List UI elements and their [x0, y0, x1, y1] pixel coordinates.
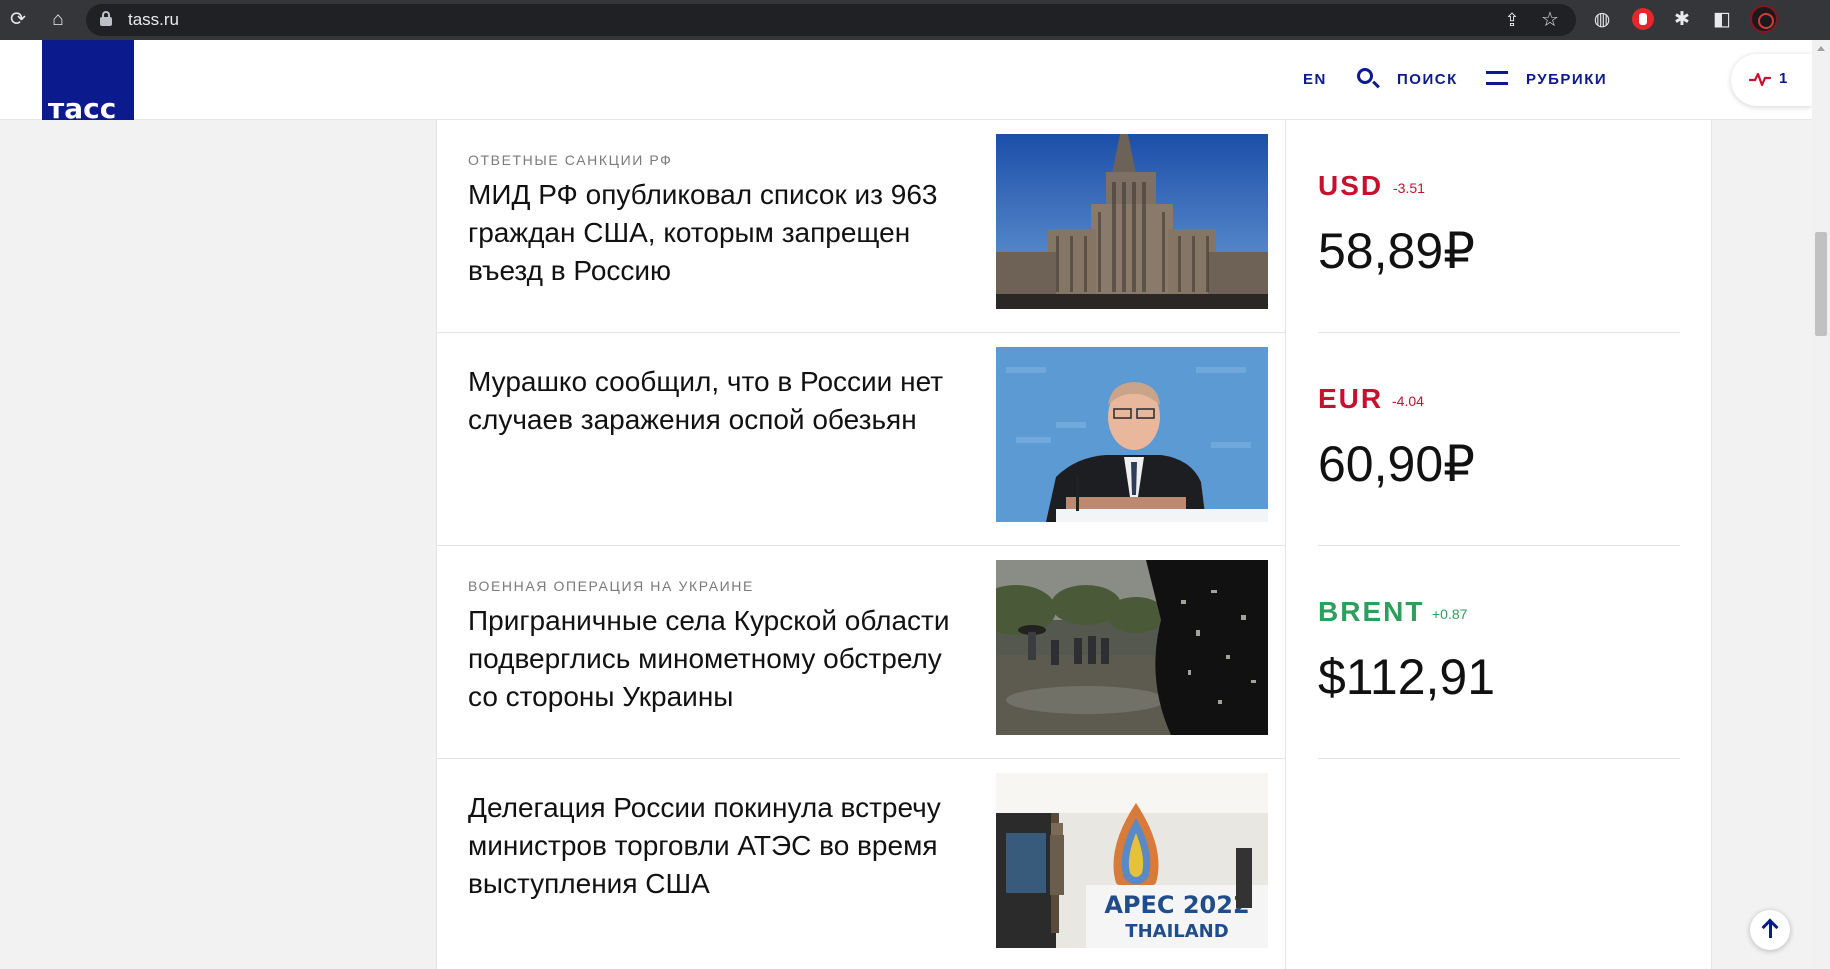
rate-code: EUR	[1318, 383, 1384, 414]
search-icon	[1357, 68, 1373, 84]
tass-logo[interactable]: тасс	[42, 40, 134, 131]
rate-eur[interactable]: EUR -4.04 60,90₽	[1318, 333, 1680, 546]
news-card[interactable]: Мурашко сообщил, что в России нет случае…	[437, 333, 1286, 546]
rate-change: -3.51	[1393, 180, 1425, 196]
reload-icon[interactable]: ⟳	[4, 6, 32, 34]
rate-usd[interactable]: USD -3.51 58,89₽	[1318, 120, 1680, 333]
address-bar[interactable]: tass.ru ⇪ ☆	[86, 4, 1576, 36]
browser-toolbar: ⟳ ⌂ tass.ru ⇪ ☆ ◍ ✱ ◧	[0, 0, 1830, 40]
page-scrollbar[interactable]	[1812, 40, 1830, 969]
rate-code: BRENT	[1318, 596, 1425, 627]
news-image[interactable]	[996, 347, 1268, 522]
news-title[interactable]: МИД РФ опубликовал список из 963 граждан…	[468, 176, 968, 290]
lock-icon[interactable]	[100, 11, 112, 26]
news-image[interactable]	[996, 560, 1268, 735]
news-card[interactable]: Ответные санкции РФ МИД РФ опубликовал с…	[437, 120, 1286, 333]
bookmark-star-icon[interactable]: ☆	[1536, 6, 1564, 34]
rate-brent[interactable]: BRENT +0.87 $112,91	[1318, 546, 1680, 759]
currency-rates-panel: USD -3.51 58,89₽ EUR -4.04 60,90₽ BRENT …	[1286, 120, 1712, 969]
rate-change: +0.87	[1432, 606, 1468, 622]
apec-image-line1: APEC 2022	[1104, 891, 1249, 919]
scrollbar-thumb[interactable]	[1815, 232, 1827, 336]
news-title[interactable]: Приграничные села Курской области подвер…	[468, 602, 968, 716]
rate-value: 60,90₽	[1318, 436, 1475, 492]
search-label: ПОИСК	[1397, 71, 1458, 88]
rate-change: -4.04	[1392, 393, 1424, 409]
rate-value: $112,91	[1318, 649, 1496, 705]
news-image[interactable]	[996, 134, 1268, 309]
side-panel-icon[interactable]: ◧	[1708, 6, 1736, 34]
globe-extension-icon[interactable]: ◍	[1588, 6, 1616, 34]
news-title[interactable]: Мурашко сообщил, что в России нет случае…	[468, 363, 968, 439]
live-count: 1	[1779, 70, 1788, 87]
pulse-icon	[1749, 72, 1771, 87]
profile-avatar[interactable]	[1750, 5, 1778, 33]
live-feed-button[interactable]: 1	[1731, 54, 1812, 106]
share-icon[interactable]: ⇪	[1498, 6, 1526, 34]
news-title[interactable]: Делегация России покинула встречу минист…	[468, 789, 968, 903]
home-icon[interactable]: ⌂	[44, 6, 72, 34]
news-image[interactable]: APEC 2022 THAILAND	[996, 773, 1268, 948]
apec-image-line2: THAILAND	[1125, 921, 1228, 942]
rate-value: 58,89₽	[1318, 223, 1475, 279]
rubrics-label: РУБРИКИ	[1526, 71, 1608, 88]
news-rubric[interactable]: Военная операция на Украине	[468, 578, 754, 594]
site-header: тасс EN ПОИСК РУБРИКИ 1	[0, 40, 1812, 131]
language-switch-en[interactable]: EN	[1303, 71, 1327, 88]
news-card[interactable]: Делегация России покинула встречу минист…	[437, 759, 1286, 969]
scroll-up-arrow-icon[interactable]	[1817, 46, 1825, 51]
url-text[interactable]: tass.ru	[128, 10, 179, 30]
extensions-puzzle-icon[interactable]: ✱	[1668, 6, 1696, 34]
news-feed: Ответные санкции РФ МИД РФ опубликовал с…	[436, 120, 1286, 969]
menu-icon	[1486, 71, 1508, 85]
rate-code: USD	[1318, 170, 1384, 201]
adblock-extension-icon[interactable]	[1632, 8, 1654, 30]
news-rubric[interactable]: Ответные санкции РФ	[468, 152, 672, 168]
scroll-to-top-button[interactable]	[1750, 910, 1790, 950]
news-card[interactable]: Военная операция на Украине Приграничные…	[437, 546, 1286, 759]
